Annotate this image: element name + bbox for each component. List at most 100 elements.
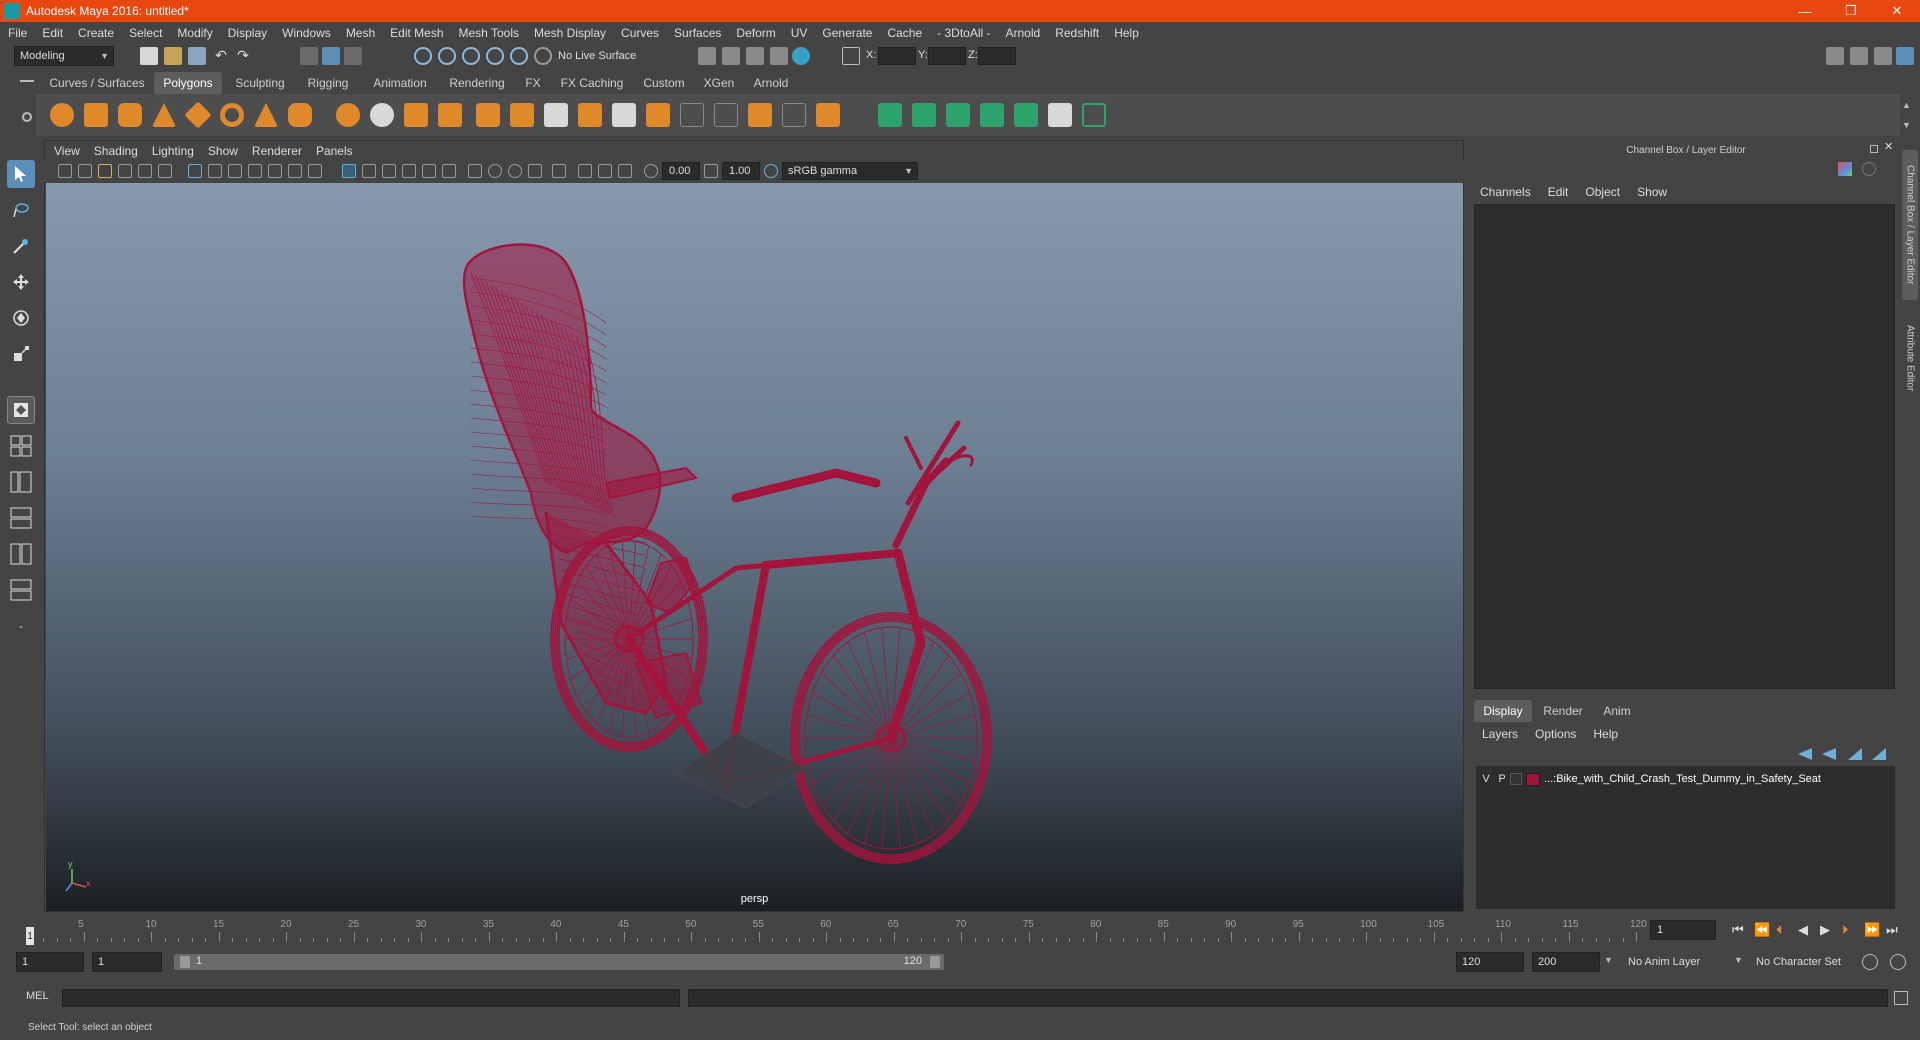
hypershade-icon[interactable] [792,47,810,65]
uv-editor-icon[interactable] [1014,103,1038,127]
poly-plane-icon[interactable] [184,101,212,129]
more-layouts-icon[interactable]: - [7,612,35,640]
spherical-uv-icon[interactable] [946,103,970,127]
shelf-settings-icon[interactable] [22,112,32,122]
script-editor-icon[interactable] [1894,991,1908,1005]
tab-custom[interactable]: Custom [636,72,692,94]
channel-box-menu-show[interactable]: Show [1637,185,1667,199]
menu-redshift[interactable]: Redshift [1055,26,1099,40]
poly-cylinder-icon[interactable] [118,103,142,127]
menu-display[interactable]: Display [228,26,267,40]
xray-icon[interactable] [578,164,592,178]
tab-rendering[interactable]: Rendering [442,72,512,94]
shelf-scroll-down-icon[interactable]: ▼ [1902,120,1911,130]
make-live-icon[interactable] [534,47,552,65]
safe-title-icon[interactable] [308,164,322,178]
new-layer-from-selection-icon[interactable] [1872,748,1886,760]
channel-box-area[interactable] [1474,204,1895,689]
two-d-pan-zoom-icon[interactable] [138,164,152,178]
layer-row[interactable]: V P ...:Bike_with_Child_Crash_Test_Dummy… [1476,770,1895,788]
cylindrical-uv-icon[interactable] [912,103,936,127]
menu-curves[interactable]: Curves [621,26,659,40]
shadows-icon[interactable] [468,164,482,178]
step-forward-key-icon[interactable]: ⏩ [1864,922,1880,938]
menu-uv[interactable]: UV [791,26,808,40]
range-bar[interactable]: 1 120 [174,954,944,970]
checker-uv-icon[interactable] [1048,103,1072,127]
tab-fx[interactable]: FX [518,72,548,94]
anim-layer-dropdown[interactable]: No Anim Layer [1622,952,1742,972]
channel-box-menu-edit[interactable]: Edit [1548,185,1569,199]
four-view-layout-icon[interactable] [7,432,35,460]
mode-selector[interactable]: Modeling ▼ [14,46,114,66]
tab-render[interactable]: Render [1536,700,1590,722]
tab-curves-surfaces[interactable]: Curves / Surfaces [44,72,150,94]
range-end-handle[interactable] [930,956,940,968]
auto-key-icon[interactable] [1862,954,1878,970]
rotate-tool-icon[interactable] [7,304,35,332]
image-plane-icon[interactable] [118,164,132,178]
append-polygon-icon[interactable] [612,103,636,127]
channel-box-menu-channels[interactable]: Channels [1480,185,1531,199]
default-material-icon[interactable] [382,164,396,178]
menu-arnold[interactable]: Arnold [1006,26,1041,40]
command-input[interactable] [62,989,680,1007]
attribute-editor-icon[interactable] [1874,47,1892,65]
tab-arnold[interactable]: Arnold [746,72,796,94]
extract-icon[interactable] [404,103,428,127]
save-scene-icon[interactable] [188,47,206,65]
tab-animation[interactable]: Animation [364,72,436,94]
snap-curve-icon[interactable] [438,47,456,65]
viewport-menu-renderer[interactable]: Renderer [252,144,302,158]
grease-pencil-icon[interactable] [158,164,172,178]
smooth-shade-icon[interactable] [362,164,376,178]
menu-cache[interactable]: Cache [887,26,922,40]
snap-point-icon[interactable] [462,47,480,65]
poly-cube-icon[interactable] [84,103,108,127]
poly-cone-icon[interactable] [152,103,176,127]
new-scene-icon[interactable] [140,47,158,65]
lasso-tool-icon[interactable] [7,196,35,224]
menu-help[interactable]: Help [1114,26,1139,40]
menu-create[interactable]: Create [78,26,114,40]
cut-uv-icon[interactable] [1082,103,1106,127]
layer-menu-options[interactable]: Options [1535,727,1576,741]
tab-anim[interactable]: Anim [1594,700,1640,722]
snap-view-plane-icon[interactable] [486,47,504,65]
channel-box-menu-object[interactable]: Object [1585,185,1620,199]
go-to-start-icon[interactable]: ⏮ [1732,922,1744,938]
field-chart-icon[interactable] [268,164,282,178]
film-gate-icon[interactable] [208,164,222,178]
menu-mesh[interactable]: Mesh [346,26,375,40]
range-start-handle[interactable] [180,956,190,968]
menu-file[interactable]: File [8,26,27,40]
close-panel-icon[interactable]: ✕ [1884,140,1893,153]
offset-edge-loop-icon[interactable] [816,103,840,127]
viewport-menu-show[interactable]: Show [208,144,238,158]
separate-icon[interactable] [370,103,394,127]
menu-windows[interactable]: Windows [282,26,331,40]
wireframe-icon[interactable] [342,164,356,178]
move-layer-down-icon[interactable] [1822,748,1836,760]
layer-display-type-box[interactable] [1510,773,1522,785]
layer-visibility-toggle[interactable]: V [1478,773,1494,785]
scale-tool-icon[interactable] [7,340,35,368]
target-weld-icon[interactable] [714,103,738,127]
uv-editor-layout-icon[interactable] [7,576,35,604]
ipr-render-icon[interactable] [746,47,764,65]
extrude-icon[interactable] [510,103,534,127]
menu-generate[interactable]: Generate [822,26,872,40]
exposure-icon[interactable] [644,164,658,178]
gamma-field[interactable]: 1.00 [722,162,760,180]
bridge-icon[interactable] [544,103,568,127]
safe-action-icon[interactable] [288,164,302,178]
character-set-dropdown[interactable]: No Character Set [1750,952,1870,972]
tab-sculpting[interactable]: Sculpting [228,72,292,94]
side-tab-channel-box[interactable]: Channel Box / Layer Editor [1902,150,1918,300]
z-field[interactable] [978,47,1016,65]
tab-polygons[interactable]: Polygons [154,72,222,94]
channel-box-speed-icon[interactable] [1862,162,1876,176]
play-forward-icon[interactable]: ▶ [1820,922,1830,938]
menu-deform[interactable]: Deform [736,26,775,40]
toggle-sidebar-icon[interactable] [1826,47,1844,65]
